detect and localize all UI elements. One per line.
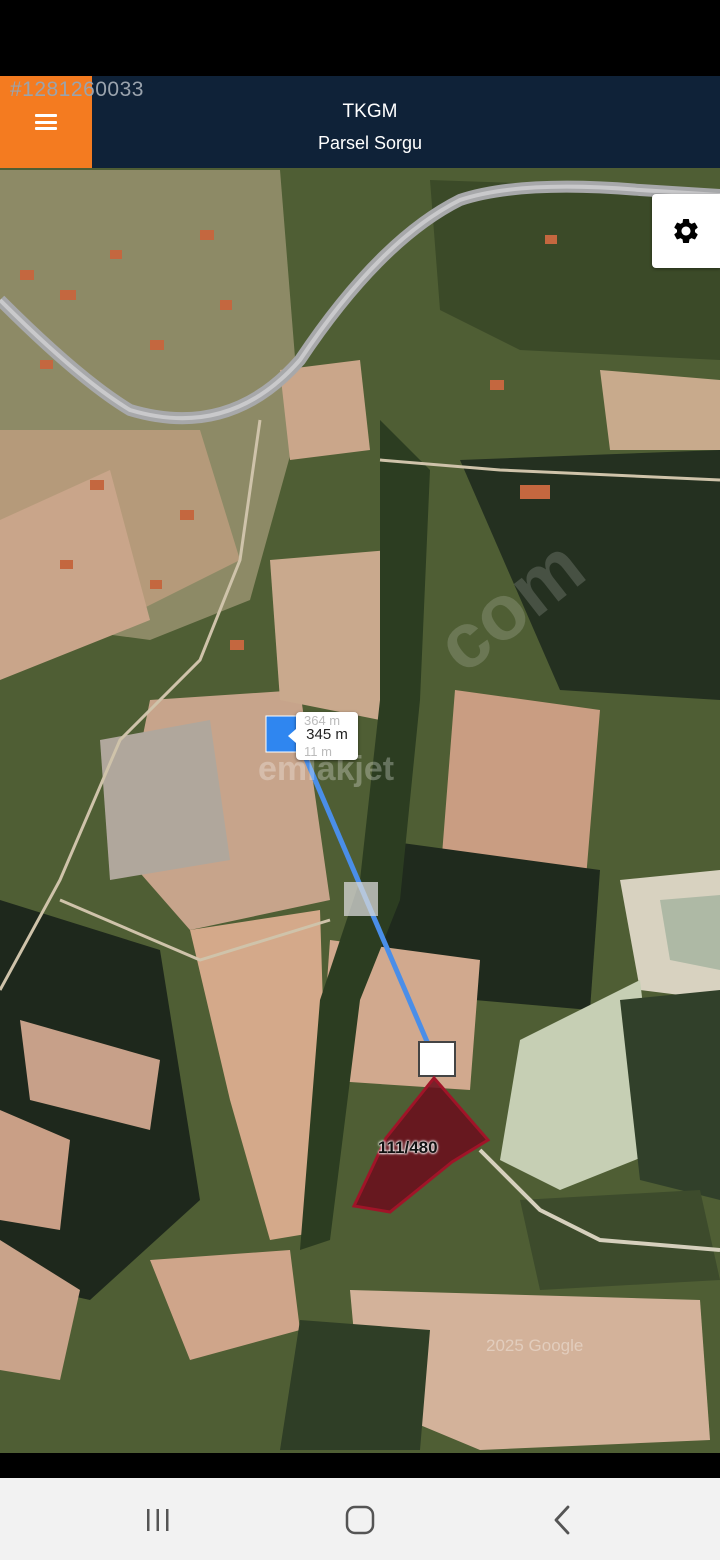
home-button[interactable] (340, 1500, 380, 1540)
hamburger-menu-icon (35, 114, 57, 130)
recent-apps-button[interactable] (138, 1500, 178, 1540)
recent-apps-icon (147, 1509, 169, 1531)
status-bar (0, 0, 720, 76)
satellite-map[interactable] (0, 168, 720, 1453)
gear-icon (674, 219, 698, 243)
map-imagery (0, 168, 720, 1453)
distance-tooltip: 364 m 345 m 11 m (288, 712, 358, 760)
app-title: TKGM (342, 101, 398, 122)
home-icon (345, 1505, 375, 1535)
tooltip-ghost-label-bottom: 11 m (304, 744, 332, 759)
parcel-label[interactable]: 111/480 (378, 1138, 438, 1158)
app-subtitle: Parsel Sorgu (317, 133, 423, 153)
listing-id-watermark: #1281260033 (10, 78, 144, 101)
settings-button[interactable] (652, 194, 720, 268)
tooltip-arrow (288, 729, 296, 743)
back-icon (554, 1505, 570, 1535)
back-button[interactable] (542, 1500, 582, 1540)
map-credit: 2025 Google (486, 1336, 584, 1355)
distance-value: 345 m (306, 726, 348, 743)
